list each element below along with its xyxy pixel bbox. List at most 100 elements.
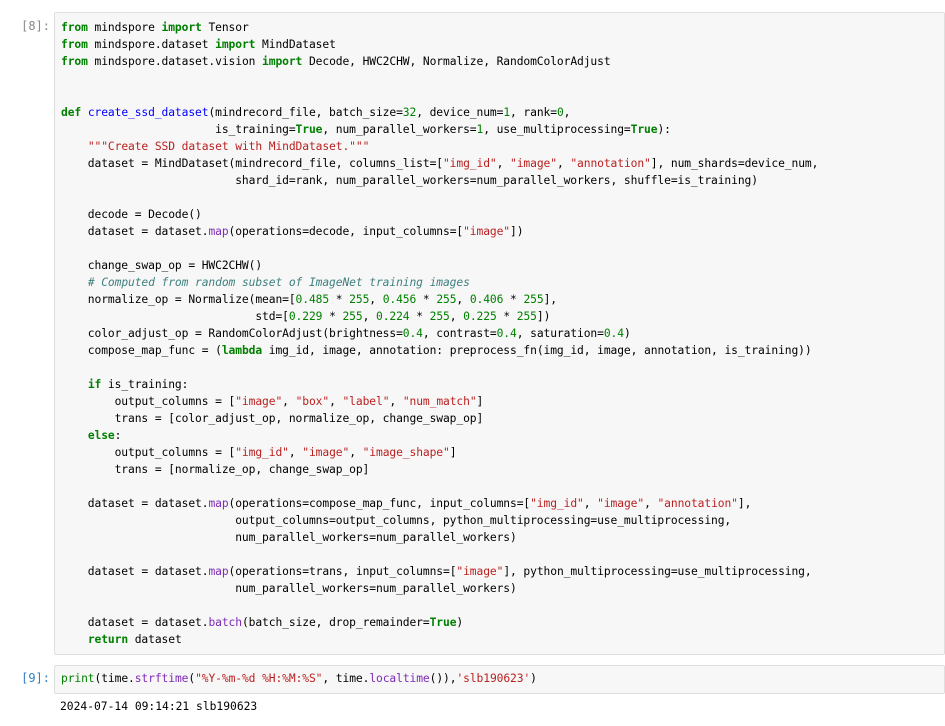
code-line: dataset = dataset.map(operations=trans, … — [61, 563, 944, 580]
code-token: output_columns=output_columns, python_mu… — [61, 514, 732, 527]
code-token: 255 — [349, 293, 370, 306]
code-line: output_columns = ["img_id", "image", "im… — [61, 444, 944, 461]
code-token: batch — [208, 616, 242, 629]
code-line: def create_ssd_dataset(mindrecord_file, … — [61, 104, 944, 121]
code-token: 1 — [503, 106, 511, 119]
code-token: 0.224 — [376, 310, 410, 323]
code-token: (operations=compose_map_func, input_colu… — [228, 497, 531, 510]
code-token: compose_map_func = ( — [61, 344, 222, 357]
code-line: from mindspore.dataset import MindDatase… — [61, 36, 944, 53]
code-token: if — [87, 378, 102, 391]
code-token: * — [503, 293, 524, 306]
code-token: * — [409, 310, 430, 323]
code-token: trans = [normalize_op, change_swap_op] — [61, 463, 370, 476]
code-token: , — [369, 293, 383, 306]
code-token: dataset = dataset. — [61, 225, 209, 238]
code-token: 0.4 — [402, 327, 423, 340]
code-line: normalize_op = Normalize(mean=[0.485 * 2… — [61, 291, 944, 308]
code-line: # Computed from random subset of ImageNe… — [61, 274, 944, 291]
code-line: compose_map_func = (lambda img_id, image… — [61, 342, 944, 359]
code-line: decode = Decode() — [61, 206, 944, 223]
code-token: 0.4 — [603, 327, 624, 340]
code-token: , — [389, 395, 403, 408]
code-token: , — [556, 157, 571, 170]
cell-output: 2024-07-14 09:14:21 slb190623 — [60, 700, 258, 713]
code-token: , — [288, 446, 303, 459]
code-line: is_training=True, num_parallel_workers=1… — [61, 121, 944, 138]
code-token: * — [496, 310, 517, 323]
cell-input-editor[interactable]: print(time.strftime("%Y-%m-%d %H:%M:%S",… — [54, 665, 945, 694]
code-token: 0.485 — [295, 293, 330, 306]
code-line: dataset = MindDataset(mindrecord_file, c… — [61, 155, 944, 172]
code-token: (batch_size, drop_remainder= — [241, 616, 430, 629]
code-token: "image" — [597, 497, 645, 510]
code-token: 255 — [523, 293, 544, 306]
code-token: , device_num= — [416, 106, 504, 119]
code-token: ] — [476, 395, 484, 408]
code-token: "%Y-%m-%d %H:%M:%S" — [195, 672, 323, 685]
code-block[interactable]: print(time.strftime("%Y-%m-%d %H:%M:%S",… — [55, 666, 944, 687]
code-token: import — [215, 38, 256, 51]
code-token: decode = Decode() — [61, 208, 202, 221]
code-token: ) — [456, 616, 464, 629]
code-token: "image" — [235, 395, 283, 408]
code-line: trans = [color_adjust_op, normalize_op, … — [61, 410, 944, 427]
code-token: , — [349, 446, 363, 459]
code-line: dataset = dataset.batch(batch_size, drop… — [61, 614, 944, 631]
code-token: mindspore.dataset — [87, 38, 216, 51]
code-token: img_id, image, annotation: preprocess_fn… — [262, 344, 812, 357]
code-token: , saturation= — [516, 327, 604, 340]
code-line: from mindspore import Tensor — [61, 19, 944, 36]
code-token: , — [362, 310, 376, 323]
code-token: color_adjust_op = RandomColorAdjust(brig… — [61, 327, 403, 340]
code-line: change_swap_op = HWC2CHW() — [61, 257, 944, 274]
code-token: (mindrecord_file, batch_size= — [208, 106, 403, 119]
code-token: "img_id" — [235, 446, 289, 459]
code-token: dataset = MindDataset(mindrecord_file, c… — [61, 157, 443, 170]
code-line: return dataset — [61, 631, 944, 648]
code-token: MindDataset — [255, 38, 336, 51]
code-token: 0.225 — [463, 310, 497, 323]
code-token: map — [208, 225, 229, 238]
code-token: , num_parallel_workers= — [322, 123, 477, 136]
code-token: shard_id=rank, num_parallel_workers=num_… — [61, 174, 758, 187]
code-token: """Create SSD dataset with MindDataset."… — [87, 140, 370, 153]
code-token: num_parallel_workers=num_parallel_worker… — [61, 531, 517, 544]
code-token: ]) — [510, 225, 524, 238]
code-line: trans = [normalize_op, change_swap_op] — [61, 461, 944, 478]
code-line: shard_id=rank, num_parallel_workers=num_… — [61, 172, 944, 189]
code-block[interactable]: from mindspore import Tensor from mindspo… — [55, 13, 944, 648]
cell-input-editor[interactable]: from mindspore import Tensor from mindspo… — [54, 12, 945, 655]
code-token: "image" — [510, 157, 557, 170]
code-token: "img_id" — [530, 497, 584, 510]
code-token: * — [322, 310, 343, 323]
cell-prompt: [9]: — [21, 671, 50, 685]
code-token: normalize_op = Normalize(mean=[ — [61, 293, 296, 306]
code-token: , — [449, 310, 464, 323]
code-token: from — [61, 38, 88, 51]
code-token: "box" — [295, 395, 330, 408]
code-token: 0.406 — [469, 293, 504, 306]
code-token: dataset = dataset. — [61, 565, 209, 578]
code-token: ], — [737, 497, 752, 510]
code-token: 32 — [402, 106, 417, 119]
code-token: True — [295, 123, 323, 136]
code-token: 0.456 — [382, 293, 417, 306]
code-token: localtime — [369, 672, 430, 685]
code-token: mindspore.dataset.vision — [87, 55, 263, 68]
code-token: , time. — [322, 672, 370, 685]
code-line: dataset = dataset.map(operations=compose… — [61, 495, 944, 512]
code-token: "num_match" — [402, 395, 477, 408]
code-token: ] — [449, 446, 457, 459]
cell-prompt: [8]: — [21, 19, 50, 33]
code-token: , — [563, 106, 571, 119]
code-token: "image" — [302, 446, 350, 459]
code-token: , — [644, 497, 658, 510]
